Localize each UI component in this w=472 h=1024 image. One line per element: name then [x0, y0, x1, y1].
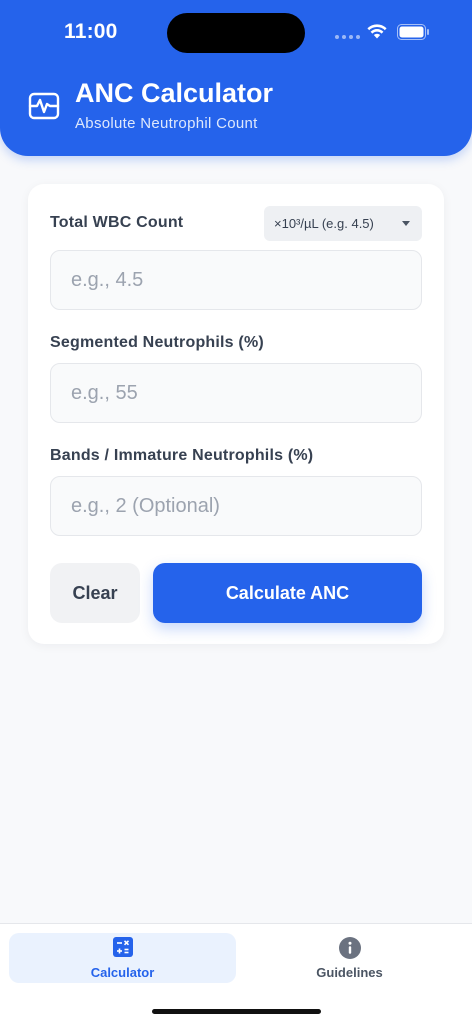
tab-guidelines[interactable]: Guidelines: [236, 933, 463, 983]
tab-calculator-label: Calculator: [90, 965, 155, 980]
home-indicator: [152, 1009, 321, 1014]
heart-pulse-monitor-icon: [28, 92, 60, 120]
wifi-icon: [367, 24, 387, 39]
segs-input[interactable]: [50, 363, 422, 423]
wbc-input[interactable]: [50, 250, 422, 310]
bands-label: Bands / Immature Neutrophils (%): [50, 447, 314, 464]
segs-label: Segmented Neutrophils (%): [50, 334, 264, 351]
wbc-unit-value: ×10³/µL (e.g. 4.5): [274, 216, 374, 231]
info-icon: [338, 937, 361, 959]
battery-icon: [397, 24, 429, 40]
app-subtitle: Absolute Neutrophil Count: [75, 115, 258, 132]
clear-button[interactable]: Clear: [50, 563, 140, 623]
tab-calculator[interactable]: Calculator: [9, 933, 236, 983]
wbc-label: Total WBC Count: [50, 214, 184, 231]
wbc-unit-select[interactable]: ×10³/µL (e.g. 4.5): [264, 206, 422, 241]
header: 11:00 ANC Calculator Absolute Neutrophil…: [0, 0, 472, 156]
chevron-down-icon: [402, 221, 410, 226]
calculate-button[interactable]: Calculate ANC: [153, 563, 422, 623]
app-title: ANC Calculator: [75, 78, 274, 108]
app-screen: 11:00 ANC Calculator Absolute Neutrophil…: [0, 0, 472, 1024]
tab-guidelines-label: Guidelines: [316, 965, 383, 980]
status-time: 11:00: [64, 20, 118, 43]
dynamic-island: [167, 13, 305, 53]
calculator-card: Total WBC Count ×10³/µL (e.g. 4.5) Segme…: [28, 184, 444, 644]
bands-input[interactable]: [50, 476, 422, 536]
cellular-signal-icon: [335, 35, 360, 39]
calculator-icon: [112, 937, 133, 957]
